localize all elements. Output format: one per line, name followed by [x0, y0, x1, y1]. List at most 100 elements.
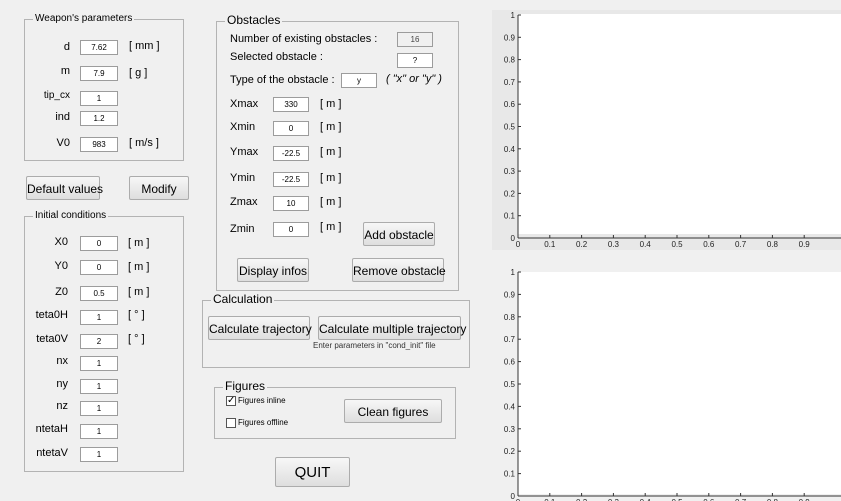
y-tick-label: 0.6 — [504, 358, 516, 367]
x0-field[interactable]: 0 — [80, 236, 118, 251]
default-values-button[interactable]: Default values — [26, 176, 103, 200]
y-tick-label: 0.7 — [504, 335, 516, 344]
zmax-field[interactable]: 10 — [273, 196, 309, 211]
modify-button[interactable]: Modify — [129, 176, 189, 200]
zmin-label: Zmin — [230, 223, 255, 235]
x-tick-label: 0.8 — [767, 240, 779, 249]
obstacles-title: Obstacles — [225, 13, 283, 27]
teta0h-label: teta0H — [35, 309, 68, 321]
plot-bottom-svg: 00.10.20.30.40.50.60.70.80.9100.10.20.30… — [504, 268, 841, 501]
calculate-trajectory-button[interactable]: Calculate trajectory — [208, 316, 312, 340]
y-tick-label: 0.2 — [504, 447, 516, 456]
y-tick-label: 0.4 — [504, 145, 516, 154]
y0-label: Y0 — [54, 260, 68, 272]
y-tick-label: 0.5 — [504, 123, 516, 132]
nz-label: nz — [56, 400, 68, 412]
x-tick-label: 0.3 — [608, 240, 620, 249]
calculation-title: Calculation — [211, 292, 275, 306]
figures-inline-label: Figures inline — [238, 396, 286, 405]
m-unit: [ g ] — [129, 67, 148, 79]
y0-unit: [ m ] — [128, 261, 150, 273]
x-tick-label: 0.6 — [703, 240, 715, 249]
y-tick-label: 0.8 — [504, 313, 516, 322]
obstacle-type-field[interactable]: y — [341, 73, 377, 88]
m-field[interactable]: 7.9 — [80, 66, 118, 81]
display-infos-button[interactable]: Display infos — [237, 258, 309, 282]
y-tick-label: 1 — [511, 268, 516, 277]
teta0h-unit: [ ° ] — [128, 309, 145, 321]
ntetah-label: ntetaH — [35, 423, 68, 435]
x0-unit: [ m ] — [128, 237, 150, 249]
y-tick-label: 0.7 — [504, 78, 516, 87]
xmin-field[interactable]: 0 — [273, 121, 309, 136]
figures-inline-checkbox[interactable]: ✓ — [226, 396, 236, 406]
zmin-field[interactable]: 0 — [273, 222, 309, 237]
x-tick-label: 0.4 — [640, 240, 652, 249]
teta0v-field[interactable]: 2 — [80, 334, 118, 349]
xmax-field[interactable]: 330 — [273, 97, 309, 112]
ymax-field[interactable]: -22.5 — [273, 146, 309, 161]
zmin-unit: [ m ] — [320, 221, 342, 233]
y-tick-label: 0.4 — [504, 402, 516, 411]
obstacle-type-label: Type of the obstacle : — [230, 74, 335, 86]
ny-field[interactable]: 1 — [80, 379, 118, 394]
ind-label: ind — [55, 111, 70, 123]
add-obstacle-button[interactable]: Add obstacle — [363, 222, 435, 246]
clean-figures-button[interactable]: Clean figures — [344, 399, 442, 423]
y-tick-label: 0.9 — [504, 33, 516, 42]
x-tick-label: 0 — [516, 240, 521, 249]
selected-obstacle-label: Selected obstacle : — [230, 51, 323, 63]
x-tick-label: 0.9 — [799, 240, 811, 249]
obstacle-count-field: 16 — [397, 32, 433, 47]
y-tick-label: 0.8 — [504, 56, 516, 65]
x-tick-label: 0.7 — [735, 240, 747, 249]
initial-conditions-title: Initial conditions — [33, 209, 109, 223]
z0-unit: [ m ] — [128, 286, 150, 298]
zmax-unit: [ m ] — [320, 196, 342, 208]
ind-field[interactable]: 1.2 — [80, 111, 118, 126]
y-tick-label: 0.6 — [504, 100, 516, 109]
z0-field[interactable]: 0.5 — [80, 286, 118, 301]
v0-label: V0 — [56, 137, 70, 149]
y-tick-label: 0.9 — [504, 290, 516, 299]
obstacle-type-hint: ( "x" or "y" ) — [386, 73, 442, 85]
ntetav-label: ntetaV — [36, 447, 68, 459]
m-label: m — [60, 65, 70, 77]
nz-field[interactable]: 1 — [80, 401, 118, 416]
ntetav-field[interactable]: 1 — [80, 447, 118, 462]
remove-obstacle-button[interactable]: Remove obstacle — [352, 258, 446, 282]
ntetah-field[interactable]: 1 — [80, 424, 118, 439]
zmax-label: Zmax — [230, 196, 258, 208]
xmin-unit: [ m ] — [320, 121, 342, 133]
d-unit: [ mm ] — [129, 40, 160, 52]
y-tick-label: 0.1 — [504, 470, 516, 479]
teta0v-label: teta0V — [36, 333, 68, 345]
selected-obstacle-field[interactable]: ? — [397, 53, 433, 68]
d-field[interactable]: 7.62 — [80, 40, 118, 55]
y0-field[interactable]: 0 — [80, 260, 118, 275]
xmin-label: Xmin — [230, 121, 256, 133]
y-tick-label: 1 — [511, 11, 516, 20]
x-tick-label: 0.1 — [544, 240, 556, 249]
y-tick-label: 0.3 — [504, 425, 516, 434]
ymax-unit: [ m ] — [320, 146, 342, 158]
v0-unit: [ m/s ] — [129, 137, 159, 149]
nx-field[interactable]: 1 — [80, 356, 118, 371]
ymin-label: Ymin — [230, 172, 256, 184]
x0-label: X0 — [54, 236, 68, 248]
figures-title: Figures — [223, 379, 268, 393]
nx-label: nx — [56, 355, 68, 367]
quit-button[interactable]: QUIT — [275, 457, 350, 487]
ymin-field[interactable]: -22.5 — [273, 172, 309, 187]
ymin-unit: [ m ] — [320, 172, 342, 184]
calculate-multiple-trajectory-button[interactable]: Calculate multiple trajectory — [318, 316, 466, 340]
tip-cx-label: tip_cx — [43, 90, 70, 101]
d-label: d — [63, 41, 70, 53]
figures-offline-checkbox[interactable] — [226, 418, 236, 428]
tip-cx-field[interactable]: 1 — [80, 91, 118, 106]
weapon-parameters-title: Weapon's parameters — [33, 12, 135, 26]
y-tick-label: 0.5 — [504, 380, 516, 389]
y-tick-label: 0.1 — [504, 212, 516, 221]
teta0h-field[interactable]: 1 — [80, 310, 118, 325]
v0-field[interactable]: 983 — [80, 137, 118, 152]
